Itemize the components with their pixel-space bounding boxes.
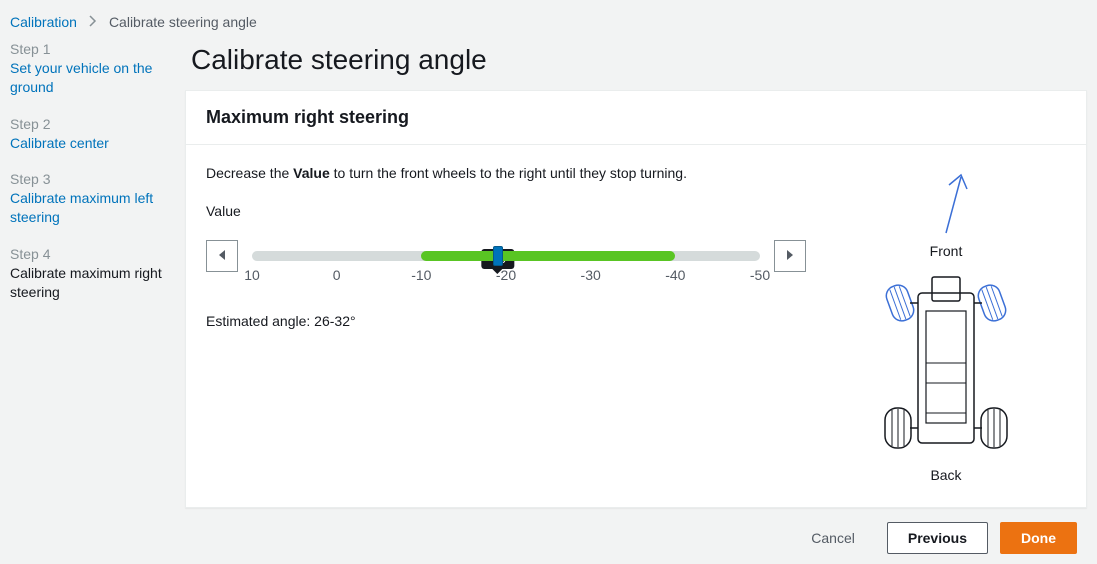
slider-fill (421, 251, 675, 261)
increment-button[interactable] (774, 240, 806, 272)
slider-tick: 0 (333, 267, 341, 283)
vehicle-diagram: Front (826, 165, 1066, 487)
instruction-text: Decrease the Value to turn the front whe… (206, 165, 806, 181)
wizard-steps-sidebar: Step 1 Set your vehicle on the ground St… (0, 40, 185, 564)
wizard-step-1[interactable]: Step 1 Set your vehicle on the ground (10, 40, 175, 97)
chevron-right-icon (89, 14, 97, 30)
step-title: Calibrate maximum left steering (10, 190, 153, 225)
slider-tick: -50 (750, 267, 770, 283)
calibration-panel: Maximum right steering Decrease the Valu… (185, 90, 1087, 508)
slider-thumb[interactable] (493, 246, 503, 266)
slider-ticks: 100-10-20-30-40-50 (252, 267, 760, 287)
breadcrumb: Calibration Calibrate steering angle (0, 0, 1097, 40)
slider-tick: -40 (665, 267, 685, 283)
front-label: Front (930, 243, 963, 259)
front-arrow-icon (921, 165, 971, 235)
slider-tick: 10 (244, 267, 260, 283)
step-title: Set your vehicle on the ground (10, 60, 152, 95)
step-label: Step 4 (10, 245, 175, 264)
triangle-left-icon (217, 249, 227, 264)
page-title: Calibrate steering angle (191, 44, 1087, 76)
back-label: Back (930, 467, 961, 483)
done-button[interactable]: Done (1000, 522, 1077, 554)
step-label: Step 2 (10, 115, 175, 134)
step-label: Step 3 (10, 170, 175, 189)
wizard-step-4: Step 4 Calibrate maximum right steering (10, 245, 175, 302)
triangle-right-icon (785, 249, 795, 264)
step-title: Calibrate maximum right steering (10, 265, 162, 300)
estimated-angle: Estimated angle: 26-32° (206, 313, 806, 329)
previous-button[interactable]: Previous (887, 522, 988, 554)
panel-heading: Maximum right steering (206, 107, 1066, 128)
slider-tick: -20 (496, 267, 516, 283)
breadcrumb-root-link[interactable]: Calibration (10, 14, 77, 30)
value-label: Value (206, 203, 806, 219)
step-label: Step 1 (10, 40, 175, 59)
wizard-step-2[interactable]: Step 2 Calibrate center (10, 115, 175, 153)
breadcrumb-current: Calibrate steering angle (109, 14, 257, 30)
vehicle-top-view-icon (866, 263, 1026, 463)
decrement-button[interactable] (206, 240, 238, 272)
slider-tick: -30 (581, 267, 601, 283)
step-title: Calibrate center (10, 135, 109, 151)
slider-track[interactable] (252, 251, 760, 261)
slider-tick: -10 (411, 267, 431, 283)
wizard-step-3[interactable]: Step 3 Calibrate maximum left steering (10, 170, 175, 227)
wizard-footer: Cancel Previous Done (185, 508, 1087, 564)
